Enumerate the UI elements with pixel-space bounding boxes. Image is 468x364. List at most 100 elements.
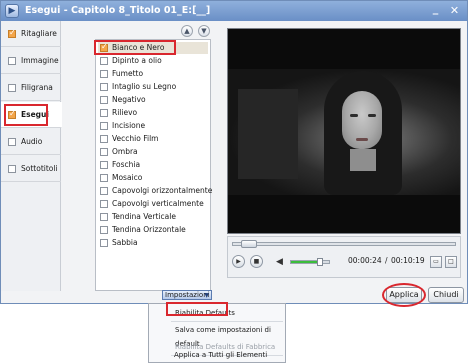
time-separator: / — [385, 256, 388, 265]
list-item[interactable]: Sabbia — [98, 237, 208, 249]
list-item[interactable]: Intaglio su Legno — [98, 81, 208, 93]
checkbox[interactable] — [100, 200, 108, 208]
list-item[interactable]: Ombra — [98, 146, 208, 158]
seek-thumb[interactable] — [241, 240, 257, 248]
close-button[interactable]: Chiudi — [428, 287, 464, 303]
list-item[interactable]: Foschia — [98, 159, 208, 171]
sidebar-item-label: Ritagliare — [21, 29, 57, 38]
sidebar-item-sottotitoli[interactable]: Sottotitoli — [1, 156, 61, 182]
list-item[interactable]: Incisione — [98, 120, 208, 132]
checkbox[interactable] — [8, 165, 16, 173]
list-item[interactable]: Vecchio Film — [98, 133, 208, 145]
list-item[interactable]: Dipinto a olio — [98, 55, 208, 67]
list-item-label: Capovolgi verticalmente — [112, 199, 204, 208]
list-item[interactable]: Mosaico — [98, 172, 208, 184]
list-item[interactable]: Capovolgi orizzontalmente — [98, 185, 212, 197]
list-item-label: Mosaico — [112, 173, 143, 182]
sidebar-item-audio[interactable]: Audio — [1, 129, 61, 155]
effects-list: Bianco e Nero Dipinto a olio Fumetto Int… — [95, 39, 212, 291]
list-item-label: Vecchio Film — [112, 134, 159, 143]
seek-bar[interactable] — [232, 240, 456, 248]
minimize-icon[interactable]: _ — [428, 3, 443, 18]
checkbox[interactable] — [100, 70, 108, 78]
sidebar-item-label: Filigrana — [21, 83, 53, 92]
settings-dropdown-label: Impostazioni — [165, 291, 210, 299]
checkbox[interactable] — [100, 187, 108, 195]
list-item[interactable]: Negativo — [98, 94, 208, 106]
menu-item-applica-tutti[interactable]: Applica a Tutti gli Elementi — [148, 348, 284, 362]
list-item-label: Negativo — [112, 95, 146, 104]
list-item-label: Incisione — [112, 121, 146, 130]
sidebar-item-label: Immagine — [21, 56, 59, 65]
sidebar-item-immagine[interactable]: Immagine — [1, 48, 61, 74]
sidebar-item-label: Sottotitoli — [21, 164, 58, 173]
video-preview — [227, 28, 461, 234]
highlight-oval-apply — [382, 283, 426, 307]
figure-eye — [350, 114, 358, 117]
snapshot-icon[interactable]: ▭ — [430, 256, 442, 268]
list-item-label: Sabbia — [112, 238, 138, 247]
volume-thumb[interactable] — [317, 258, 323, 266]
highlight-box-bianco-e-nero — [94, 40, 176, 55]
checkbox[interactable] — [8, 28, 16, 38]
checkbox[interactable] — [100, 148, 108, 156]
close-icon[interactable]: ✕ — [447, 4, 462, 18]
checkbox[interactable] — [100, 239, 108, 247]
scroll-up-icon[interactable]: ▲ — [181, 25, 193, 37]
checkbox[interactable] — [100, 122, 108, 130]
menu-item-salva-default[interactable]: Salva come impostazioni di default — [149, 323, 285, 348]
window-title: Esegui - Capitolo 8_Titolo 01_E:[__] — [25, 5, 211, 16]
checkbox[interactable] — [8, 84, 16, 92]
chevron-down-icon: ▼ — [204, 292, 209, 299]
volume-slider[interactable] — [290, 258, 330, 266]
checkbox[interactable] — [100, 226, 108, 234]
player-controls: ▶ ■ ◀ 00:00:24 / 00:10:19 ▭ □ — [227, 236, 461, 278]
app-icon: ▶ — [5, 4, 19, 18]
list-item-label: Ombra — [112, 147, 138, 156]
checkbox[interactable] — [100, 161, 108, 169]
background-shape — [238, 89, 298, 179]
figure-neck — [350, 149, 376, 171]
list-item-label: Foschia — [112, 160, 141, 169]
stop-icon[interactable]: ■ — [250, 255, 263, 268]
current-time: 00:00:24 — [348, 256, 382, 265]
figure-eye — [368, 114, 376, 117]
checkbox[interactable] — [100, 57, 108, 65]
highlight-box-riabilita-defaults — [166, 302, 228, 316]
list-item-label: Intaglio su Legno — [112, 82, 177, 91]
list-item-label: Fumetto — [112, 69, 144, 78]
fullscreen-icon[interactable]: □ — [445, 256, 457, 268]
volume-level — [291, 261, 320, 263]
title-bar[interactable]: ▶ Esegui - Capitolo 8_Titolo 01_E:[__] _… — [1, 1, 467, 21]
list-item[interactable]: Rilievo — [98, 107, 208, 119]
list-item[interactable]: Capovolgi verticalmente — [98, 198, 208, 210]
sidebar: Ritagliare Immagine Filigrana Esegui Aud… — [1, 21, 62, 291]
menu-separator — [171, 321, 283, 322]
list-item[interactable]: Tendina Orizzontale — [98, 224, 208, 236]
list-item[interactable]: Tendina Verticale — [98, 211, 208, 223]
list-item[interactable]: Fumetto — [98, 68, 208, 80]
preview-frame — [228, 69, 460, 195]
total-time: 00:10:19 — [391, 256, 425, 265]
highlight-box-esegui — [4, 104, 48, 126]
scroll-down-icon[interactable]: ▼ — [198, 25, 210, 37]
list-item-label: Rilievo — [112, 108, 138, 117]
volume-icon[interactable]: ◀ — [276, 257, 286, 267]
list-item-label: Dipinto a olio — [112, 56, 162, 65]
settings-dropdown[interactable]: Impostazioni ▼ — [162, 290, 212, 300]
sidebar-item-filigrana[interactable]: Filigrana — [1, 75, 61, 101]
checkbox[interactable] — [100, 109, 108, 117]
list-item-label: Tendina Orizzontale — [112, 225, 186, 234]
sidebar-item-ritagliare[interactable]: Ritagliare — [1, 21, 61, 47]
list-item-label: Tendina Verticale — [112, 212, 176, 221]
checkbox[interactable] — [100, 213, 108, 221]
checkbox[interactable] — [100, 83, 108, 91]
checkbox[interactable] — [100, 174, 108, 182]
checkbox[interactable] — [100, 96, 108, 104]
play-icon[interactable]: ▶ — [232, 255, 245, 268]
figure-mouth — [356, 138, 368, 141]
checkbox[interactable] — [8, 57, 16, 65]
checkbox[interactable] — [8, 138, 16, 146]
dialog-window: ▶ Esegui - Capitolo 8_Titolo 01_E:[__] _… — [0, 0, 468, 307]
checkbox[interactable] — [100, 135, 108, 143]
